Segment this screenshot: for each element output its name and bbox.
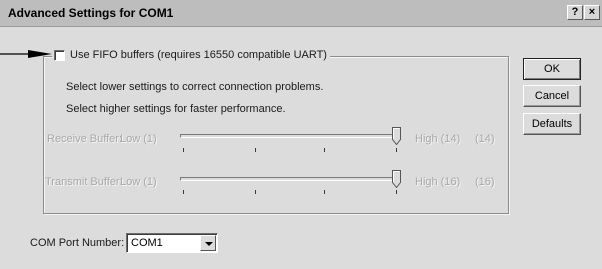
receive-buffer-tick: [324, 148, 325, 152]
transmit-buffer-tick: [324, 190, 325, 194]
receive-buffer-label: Receive Buffer:: [47, 133, 123, 145]
fifo-checkbox-row[interactable]: Use FIFO buffers (requires 16550 compati…: [52, 47, 330, 63]
ok-button[interactable]: OK: [523, 58, 581, 80]
receive-buffer-value: (14): [475, 133, 495, 145]
receive-buffer-high-label: High (14): [415, 133, 461, 145]
hint-higher-text: Select higher settings for faster perfor…: [66, 103, 286, 115]
transmit-buffer-value: (16): [475, 176, 495, 188]
transmit-buffer-tick: [183, 190, 184, 194]
com-port-select[interactable]: COM1: [126, 233, 218, 253]
defaults-button[interactable]: Defaults: [523, 113, 581, 135]
fifo-checkbox-label: Use FIFO buffers (requires 16550 compati…: [70, 49, 327, 61]
receive-buffer-slider-thumb[interactable]: [392, 127, 401, 145]
close-button[interactable]: ×: [584, 5, 600, 20]
com-port-label: COM Port Number:: [30, 237, 125, 249]
fifo-checkbox[interactable]: [54, 49, 65, 61]
transmit-buffer-track[interactable]: [180, 177, 400, 181]
advanced-settings-dialog: Advanced Settings for COM1 ? × Use FIFO …: [0, 0, 602, 269]
com-port-selected-value: COM1: [131, 237, 163, 249]
help-button[interactable]: ?: [567, 5, 583, 20]
receive-buffer-tick: [255, 148, 256, 152]
hint-lower-text: Select lower settings to correct connect…: [66, 81, 324, 93]
transmit-buffer-low-label: Low (1): [120, 176, 157, 188]
transmit-buffer-tick: [396, 190, 397, 194]
receive-buffer-tick: [396, 148, 397, 152]
receive-buffer-low-label: Low (1): [120, 133, 157, 145]
cancel-button[interactable]: Cancel: [523, 85, 581, 107]
transmit-buffer-high-label: High (16): [415, 176, 461, 188]
receive-buffer-tick: [183, 148, 184, 152]
window-title: Advanced Settings for COM1: [8, 6, 174, 20]
title-bar[interactable]: Advanced Settings for COM1 ? ×: [0, 0, 602, 27]
chevron-down-icon[interactable]: [200, 235, 216, 251]
transmit-buffer-label: Transmit Buffer:: [45, 176, 123, 188]
transmit-buffer-slider-thumb[interactable]: [392, 170, 401, 188]
receive-buffer-track[interactable]: [180, 134, 400, 138]
transmit-buffer-tick: [255, 190, 256, 194]
